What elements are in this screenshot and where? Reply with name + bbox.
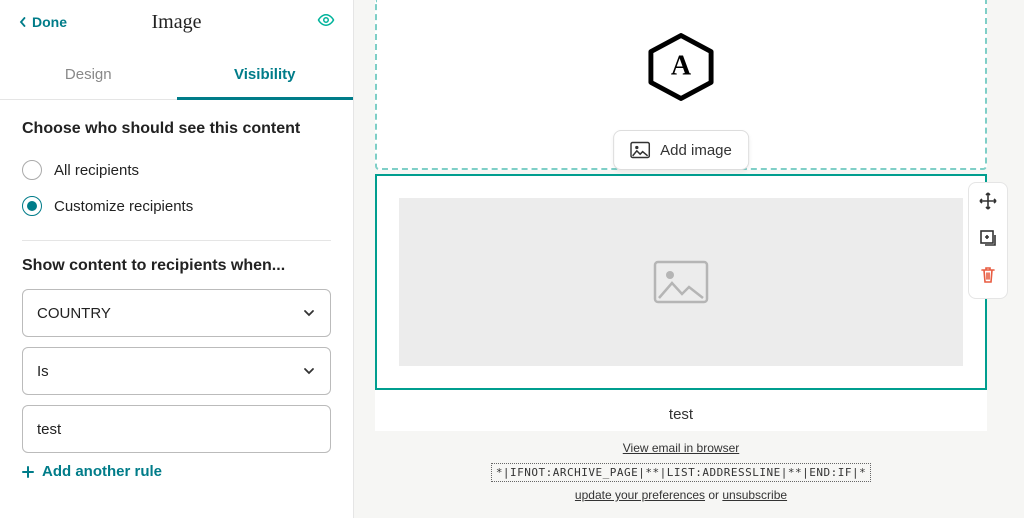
placeholder-icon (653, 260, 709, 304)
who-title: Choose who should see this content (22, 120, 331, 138)
view-browser-link[interactable]: View email in browser (623, 441, 740, 455)
radio-icon (22, 160, 42, 180)
trash-icon (978, 265, 998, 285)
canvas-area: A Add image test View email in browser *… (354, 0, 1024, 518)
radio-all-label: All recipients (54, 162, 139, 179)
add-image-label: Add image (660, 142, 732, 159)
radio-all-recipients[interactable]: All recipients (22, 152, 331, 188)
hex-logo: A (646, 32, 716, 102)
field-select[interactable]: COUNTRY (22, 289, 331, 337)
radio-customize-recipients[interactable]: Customize recipients (22, 188, 331, 224)
drop-zone[interactable]: A Add image (375, 0, 987, 170)
caption-text: test (375, 390, 987, 431)
rule-title: Show content to recipients when... (22, 257, 331, 275)
tab-visibility[interactable]: Visibility (177, 52, 354, 100)
sidebar-panel: Done Image Design Visibility Choose who … (0, 0, 354, 518)
move-button[interactable] (978, 191, 998, 216)
delete-button[interactable] (978, 265, 998, 290)
sidebar-body: Choose who should see this content All r… (0, 100, 353, 500)
value-input[interactable]: test (22, 405, 331, 453)
email-footer: View email in browser *|IFNOT:ARCHIVE_PA… (375, 431, 987, 502)
operator-select-value: Is (37, 363, 49, 380)
merge-tags: *|IFNOT:ARCHIVE_PAGE|**|LIST:ADDRESSLINE… (491, 463, 871, 482)
duplicate-button[interactable] (978, 228, 998, 253)
unsubscribe-link[interactable]: unsubscribe (722, 488, 787, 502)
tab-design[interactable]: Design (0, 52, 177, 99)
hex-letter: A (671, 50, 691, 82)
add-rule-button[interactable]: Add another rule (22, 463, 331, 480)
or-text: or (705, 488, 722, 502)
canvas-inner: A Add image test View email in browser *… (375, 0, 987, 518)
chevron-left-icon (18, 17, 28, 27)
update-preferences-link[interactable]: update your preferences (575, 488, 705, 502)
divider (22, 240, 331, 241)
tabs: Design Visibility (0, 52, 353, 100)
panel-title: Image (152, 11, 202, 34)
chevron-down-icon (302, 364, 316, 378)
radio-custom-label: Customize recipients (54, 198, 193, 215)
visibility-icon[interactable] (317, 11, 335, 34)
add-rule-label: Add another rule (42, 463, 162, 480)
image-block[interactable] (375, 174, 987, 390)
field-select-value: COUNTRY (37, 305, 111, 322)
duplicate-icon (978, 228, 998, 248)
operator-select[interactable]: Is (22, 347, 331, 395)
image-icon (630, 141, 650, 159)
move-icon (978, 191, 998, 211)
sidebar-header: Done Image (0, 0, 353, 34)
radio-icon (22, 196, 42, 216)
value-input-text: test (37, 421, 61, 438)
add-image-button[interactable]: Add image (613, 130, 749, 170)
image-placeholder (399, 198, 963, 366)
done-button[interactable]: Done (18, 14, 67, 30)
done-label: Done (32, 14, 67, 30)
chevron-down-icon (302, 306, 316, 320)
plus-icon (22, 466, 34, 478)
floating-toolbar (968, 182, 1008, 299)
